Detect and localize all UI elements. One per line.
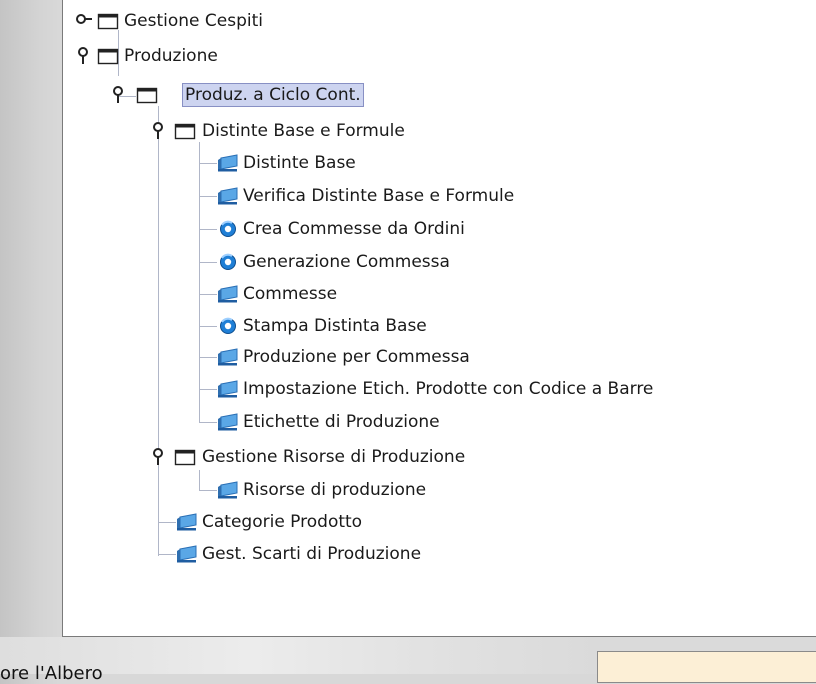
expanded-handle-icon[interactable] bbox=[150, 121, 168, 141]
form-icon bbox=[177, 513, 197, 531]
tree-connector-line bbox=[199, 326, 217, 327]
tree-connector-line bbox=[199, 490, 217, 491]
tree-connector-line bbox=[199, 389, 217, 390]
tree-connector-line bbox=[158, 554, 176, 555]
process-gear-icon bbox=[220, 253, 236, 270]
tree-node-produzione-per-commessa[interactable]: Produzione per Commessa bbox=[217, 344, 617, 370]
tree-node-label: Gestione Cespiti bbox=[124, 11, 264, 31]
tree-node-label: Commesse bbox=[243, 284, 338, 304]
process-gear-icon bbox=[220, 220, 236, 237]
tree-node-label-selected: Produz. a Ciclo Cont. bbox=[182, 83, 364, 107]
tree-connector-line bbox=[199, 196, 217, 197]
tree-node-risorse-produzione[interactable]: Risorse di produzione bbox=[217, 477, 617, 503]
tree-node-label: Produzione per Commessa bbox=[243, 347, 470, 367]
tree-connector-line bbox=[199, 163, 217, 164]
tree-node-produzione[interactable]: Produzione bbox=[75, 43, 375, 69]
expanded-handle-icon[interactable] bbox=[150, 447, 168, 467]
tree-node-impostazione-etich[interactable]: Impostazione Etich. Prodotte con Codice … bbox=[217, 376, 816, 402]
expanded-handle-icon[interactable] bbox=[110, 85, 128, 105]
tree-node-generazione-commessa[interactable]: Generazione Commessa bbox=[217, 249, 617, 275]
tree-node-label: Impostazione Etich. Prodotte con Codice … bbox=[243, 379, 654, 399]
folder-icon bbox=[174, 123, 196, 140]
tree-node-gestione-risorse[interactable]: Gestione Risorse di Produzione bbox=[150, 444, 610, 470]
tree-node-verifica-distinte[interactable]: Verifica Distinte Base e Formule bbox=[217, 183, 657, 209]
folder-icon bbox=[97, 13, 119, 30]
expanded-handle-icon[interactable] bbox=[75, 46, 93, 66]
tree-node-stampa-distinta[interactable]: Stampa Distinta Base bbox=[217, 313, 617, 339]
tree-node-gestione-cespiti[interactable]: Gestione Cespiti bbox=[75, 8, 375, 34]
tree-node-produz-ciclo-cont[interactable]: Produz. a Ciclo Cont. bbox=[110, 82, 430, 108]
tree-node-distinte-base[interactable]: Distinte Base bbox=[217, 150, 577, 176]
bottom-label: ore l'Albero bbox=[0, 663, 103, 684]
tree-node-label: Risorse di produzione bbox=[243, 480, 427, 500]
tree-node-label: Stampa Distinta Base bbox=[243, 316, 427, 336]
tree-node-categorie-prodotto[interactable]: Categorie Prodotto bbox=[176, 509, 576, 535]
form-icon bbox=[218, 285, 238, 303]
tree-connector-line bbox=[158, 106, 159, 556]
tree-node-label: Etichette di Produzione bbox=[243, 412, 440, 432]
bottom-input-field[interactable] bbox=[597, 651, 816, 683]
tree-connector-line bbox=[199, 229, 217, 230]
tree-node-label: Produzione bbox=[124, 46, 218, 66]
form-icon bbox=[218, 154, 238, 172]
tree-node-label: Gest. Scarti di Produzione bbox=[202, 544, 422, 564]
folder-icon bbox=[97, 48, 119, 65]
form-icon bbox=[218, 187, 238, 205]
tree-node-label: Gestione Risorse di Produzione bbox=[202, 447, 466, 467]
tree-node-distinte-base-formule[interactable]: Distinte Base e Formule bbox=[150, 118, 550, 144]
tree-panel[interactable]: Gestione Cespiti Produzione Produz. a Ci… bbox=[62, 0, 816, 637]
form-icon bbox=[218, 481, 238, 499]
process-gear-icon bbox=[220, 317, 236, 334]
tree-node-gest-scarti[interactable]: Gest. Scarti di Produzione bbox=[176, 541, 576, 567]
tree-node-label: Categorie Prodotto bbox=[202, 512, 363, 532]
tree-node-label: Verifica Distinte Base e Formule bbox=[243, 186, 515, 206]
tree-node-label: Generazione Commessa bbox=[243, 252, 450, 272]
tree-connector-line bbox=[199, 294, 217, 295]
tree-connector-line bbox=[199, 357, 217, 358]
tree-node-commesse[interactable]: Commesse bbox=[217, 281, 517, 307]
folder-icon bbox=[174, 449, 196, 466]
tree-node-label: Crea Commesse da Ordini bbox=[243, 219, 465, 239]
form-icon bbox=[177, 545, 197, 563]
tree-connector-line bbox=[158, 522, 176, 523]
folder-icon bbox=[136, 87, 158, 104]
form-icon bbox=[218, 380, 238, 398]
tree-connector-line bbox=[199, 470, 200, 490]
tree-node-label: Distinte Base e Formule bbox=[202, 121, 405, 141]
tree-connector-line bbox=[199, 422, 217, 423]
tree-connector-line bbox=[199, 262, 217, 263]
tree-connector-line bbox=[199, 142, 200, 423]
tree-node-crea-commesse[interactable]: Crea Commesse da Ordini bbox=[217, 216, 617, 242]
tree-node-label: Distinte Base bbox=[243, 153, 356, 173]
collapsed-handle-icon[interactable] bbox=[75, 11, 93, 31]
tree-node-etichette-produzione[interactable]: Etichette di Produzione bbox=[217, 409, 617, 435]
form-icon bbox=[218, 348, 238, 366]
form-icon bbox=[218, 413, 238, 431]
